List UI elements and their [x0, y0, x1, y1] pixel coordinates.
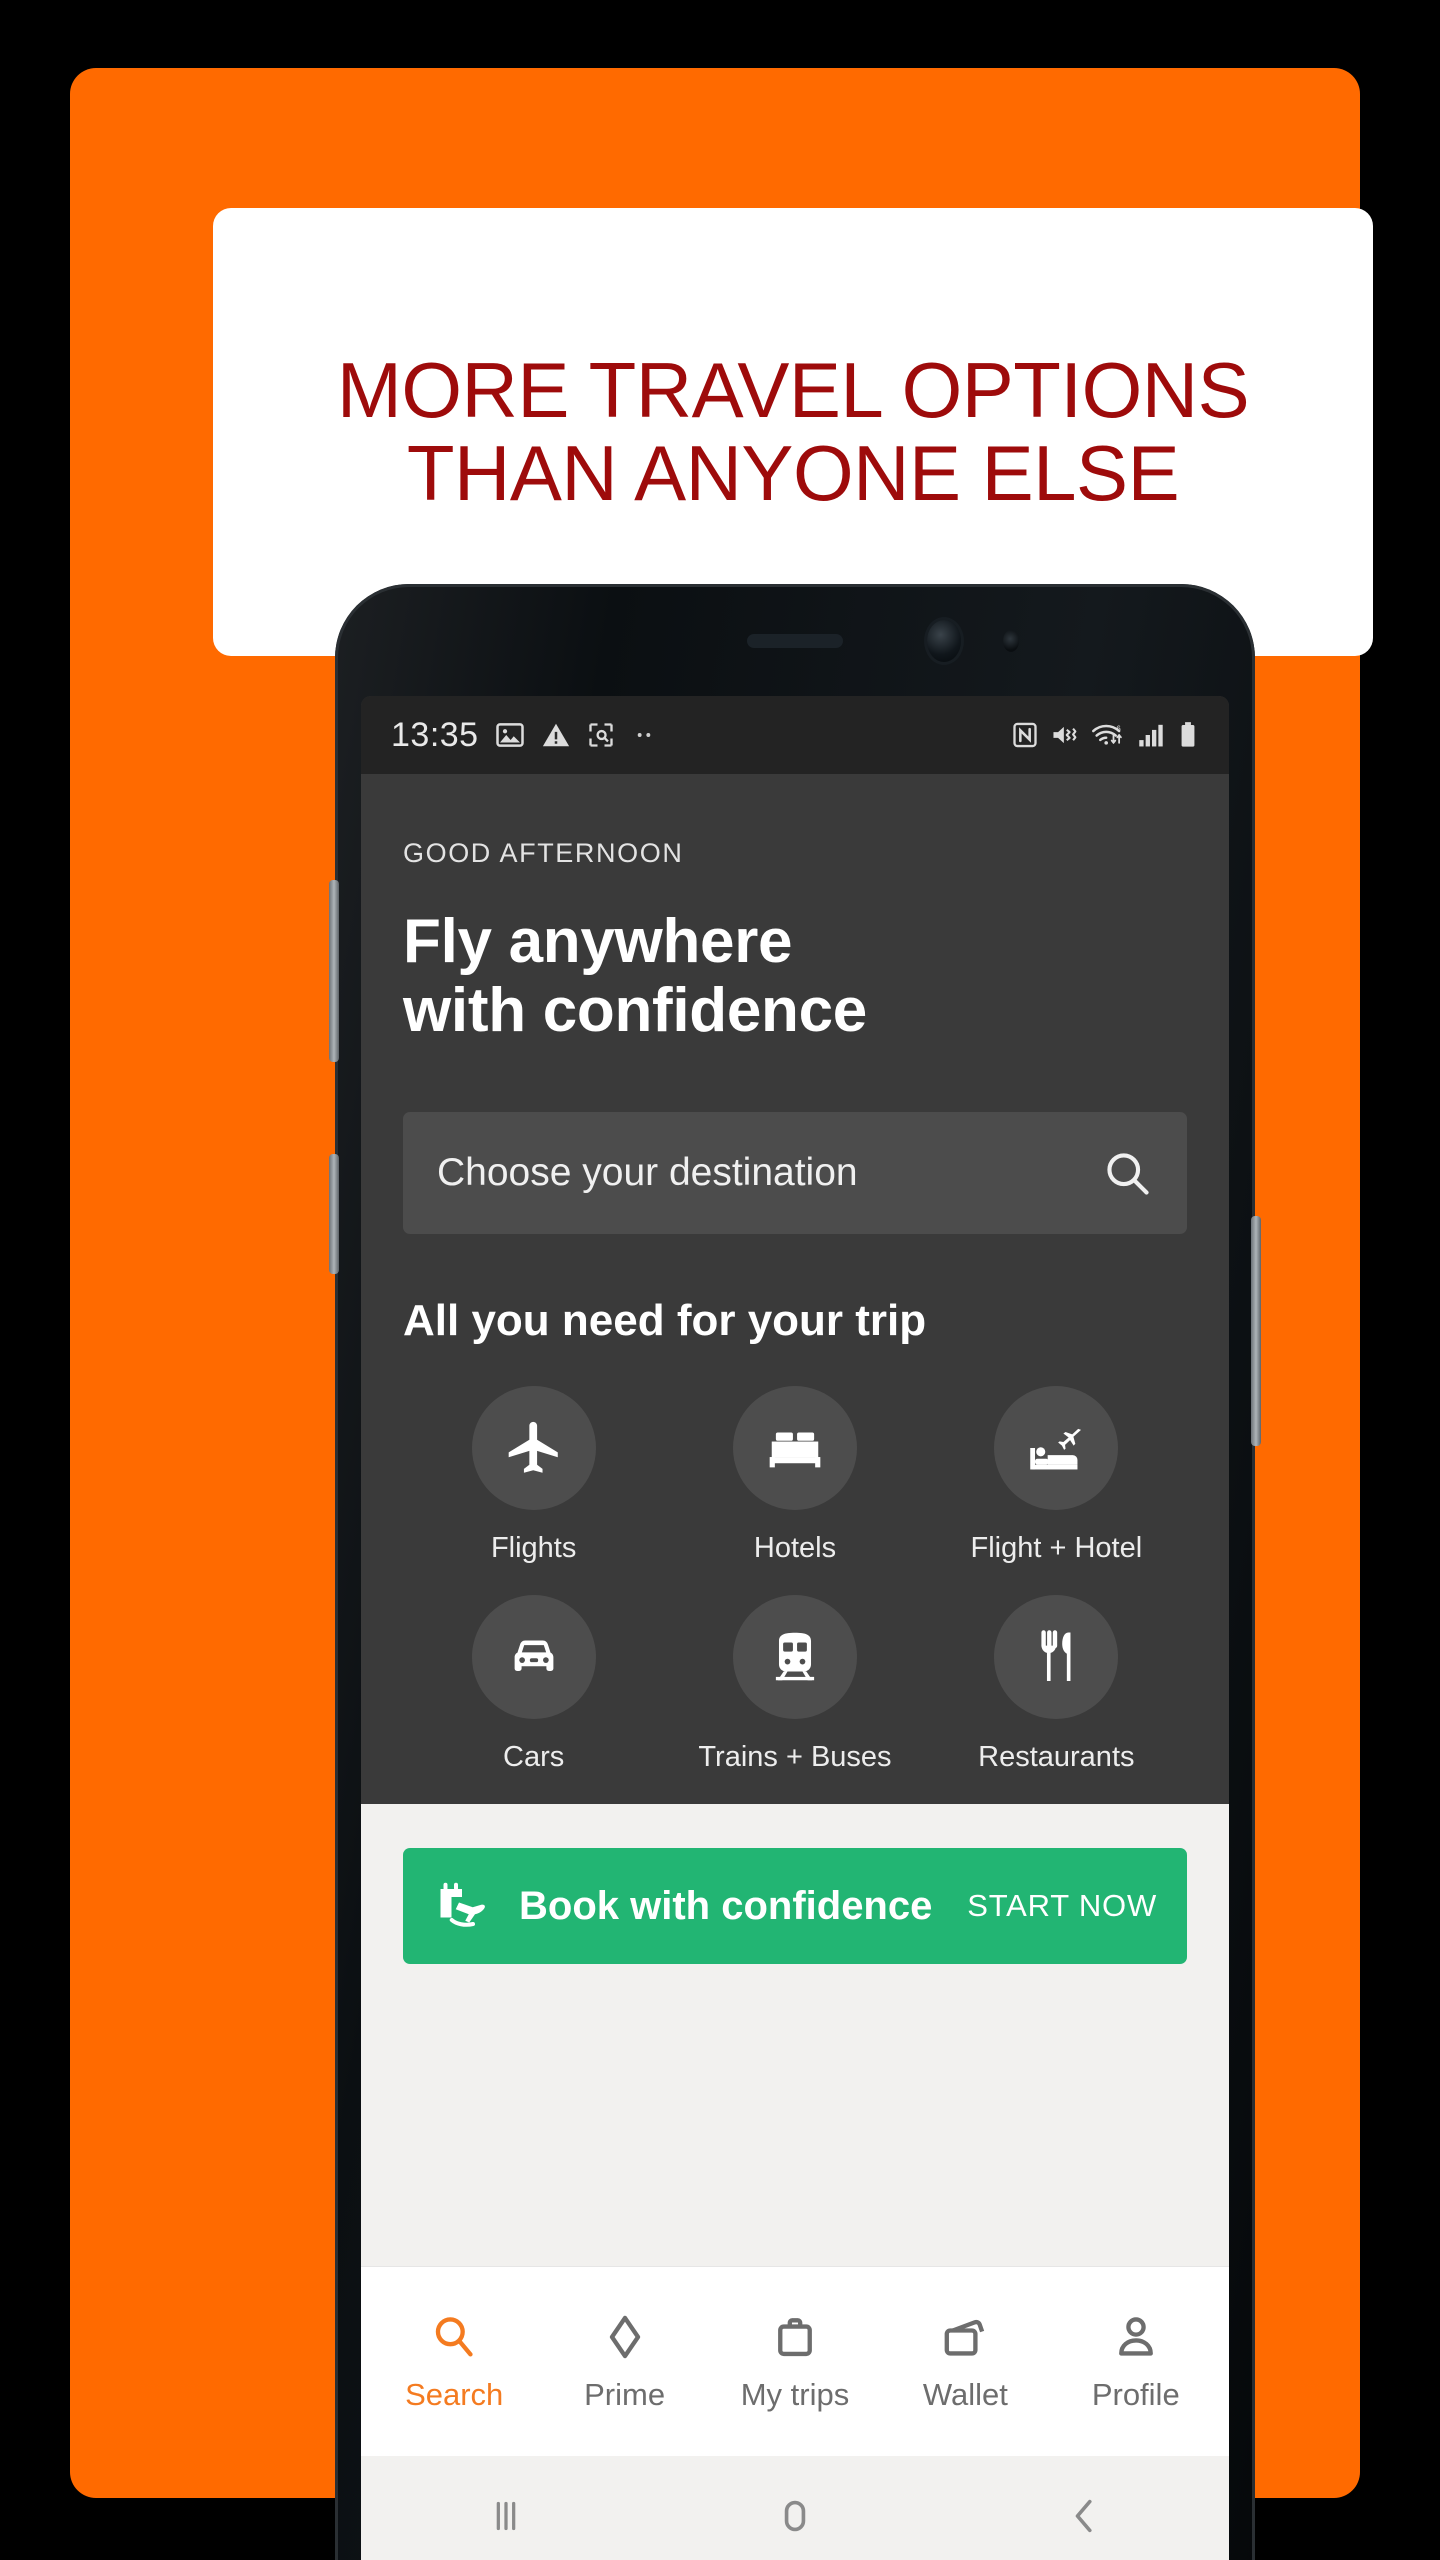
- category-grid: Flights Hotels Flight + Hotel Cars Train…: [403, 1385, 1187, 1774]
- app-dark-section: GOOD AFTERNOON Fly anywhere with confide…: [361, 774, 1229, 1804]
- phone-screen: 13:35 6 GOOD AFTERNOON Fly anywhere with…: [361, 696, 1229, 2560]
- nav-label: Prime: [584, 2376, 666, 2412]
- category-icon-bg: [732, 1385, 857, 1510]
- category-trains-buses[interactable]: Trains + Buses: [664, 1594, 925, 1774]
- category-label: Hotels: [753, 1531, 837, 1564]
- person-icon: [1118, 2316, 1153, 2356]
- nfc-icon: [1013, 722, 1037, 748]
- promo-banner-cta[interactable]: START NOW: [967, 1888, 1157, 1924]
- hero-title: Fly anywhere with confidence: [403, 907, 867, 1046]
- proximity-sensor-icon: [1003, 630, 1019, 652]
- car-icon: [514, 1640, 554, 1671]
- category-label: Flight + Hotel: [970, 1531, 1143, 1564]
- promo-banner-wrap: Book with confidence START NOW: [361, 1804, 1229, 1964]
- category-label: Trains + Buses: [698, 1740, 892, 1773]
- status-bar-left: 13:35: [391, 716, 657, 755]
- book-with-confidence-banner[interactable]: Book with confidence START NOW: [403, 1848, 1187, 1964]
- wallet-icon: [944, 2319, 985, 2356]
- nav-label: Search: [405, 2376, 504, 2412]
- nav-label: Wallet: [922, 2376, 1008, 2412]
- status-bar: 13:35 6: [361, 696, 1229, 774]
- volume-down-button[interactable]: [329, 1154, 339, 1274]
- front-camera-icon: [927, 620, 961, 662]
- search-icon: [1107, 1153, 1149, 1195]
- destination-search-input[interactable]: Choose your destination: [403, 1111, 1187, 1234]
- power-button[interactable]: [1251, 1216, 1261, 1446]
- bottom-navigation-bar: Search Prime My trips Wallet Profile: [361, 2266, 1229, 2456]
- warning-icon: [542, 723, 569, 747]
- wifi-data-icon: 6: [1092, 725, 1122, 745]
- diamond-icon: [609, 2315, 640, 2358]
- greeting-label: GOOD AFTERNOON: [403, 838, 684, 868]
- category-icon-bg: [471, 1594, 596, 1719]
- volume-up-button[interactable]: [329, 880, 339, 1062]
- app-light-section: Book with confidence START NOW Search Pr…: [361, 1804, 1229, 2560]
- back-icon[interactable]: [1061, 2493, 1107, 2539]
- signal-bars-icon: [1139, 724, 1163, 747]
- screenshot-search-icon: [588, 723, 613, 747]
- bed-airplane-icon: [1030, 1428, 1082, 1470]
- category-flights[interactable]: Flights: [403, 1385, 664, 1565]
- search-placeholder-text: Choose your destination: [437, 1150, 858, 1194]
- category-icon-bg: [994, 1385, 1119, 1510]
- promo-banner-label: Book with confidence: [519, 1883, 933, 1928]
- calendar-flight-icon: [440, 1882, 485, 1927]
- mute-vibrate-icon: [1053, 726, 1077, 744]
- battery-icon: [1181, 722, 1195, 747]
- category-icon-bg: [732, 1594, 857, 1719]
- promo-background-card: MORE TRAVEL OPTIONS THAN ANYONE ELSE 13:…: [70, 68, 1373, 2560]
- image-icon: [495, 723, 524, 747]
- category-cars[interactable]: Cars: [403, 1594, 664, 1774]
- train-icon: [775, 1632, 815, 1681]
- nav-item-profile[interactable]: Profile: [1051, 2311, 1221, 2413]
- nav-item-prime[interactable]: Prime: [539, 2311, 709, 2413]
- suitcase-icon: [778, 2317, 812, 2356]
- nav-item-search[interactable]: Search: [369, 2311, 539, 2413]
- category-label: Cars: [503, 1740, 565, 1773]
- more-dots-icon: [637, 733, 650, 737]
- section-title: All you need for your trip: [403, 1295, 927, 1345]
- status-bar-right: 6: [1011, 721, 1199, 749]
- recents-icon[interactable]: [483, 2493, 529, 2539]
- screenshot-root: MORE TRAVEL OPTIONS THAN ANYONE ELSE 13:…: [0, 0, 1440, 2560]
- fork-knife-icon: [1041, 1630, 1071, 1681]
- category-label: Restaurants: [978, 1740, 1135, 1773]
- nav-item-wallet[interactable]: Wallet: [880, 2311, 1050, 2413]
- category-hotels[interactable]: Hotels: [664, 1385, 925, 1565]
- earpiece-speaker: [747, 634, 843, 648]
- category-restaurants[interactable]: Restaurants: [926, 1594, 1187, 1774]
- nav-item-my-trips[interactable]: My trips: [710, 2311, 880, 2413]
- airplane-icon: [508, 1421, 558, 1473]
- search-icon: [435, 2316, 473, 2356]
- home-icon[interactable]: [772, 2493, 818, 2539]
- status-bar-clock: 13:35: [391, 715, 479, 754]
- android-system-nav: [361, 2456, 1229, 2560]
- svg-text:6: 6: [1116, 725, 1121, 734]
- phone-mockup: 13:35 6 GOOD AFTERNOON Fly anywhere with…: [329, 584, 1261, 2560]
- category-label: Flights: [490, 1531, 577, 1564]
- category-icon-bg: [471, 1385, 596, 1510]
- category-flight-hotel[interactable]: Flight + Hotel: [926, 1385, 1187, 1565]
- nav-label: My trips: [740, 2376, 850, 2412]
- nav-label: Profile: [1091, 2376, 1180, 2412]
- bed-icon: [769, 1432, 821, 1468]
- promo-headline: MORE TRAVEL OPTIONS THAN ANYONE ELSE: [336, 346, 1250, 517]
- category-icon-bg: [994, 1594, 1119, 1719]
